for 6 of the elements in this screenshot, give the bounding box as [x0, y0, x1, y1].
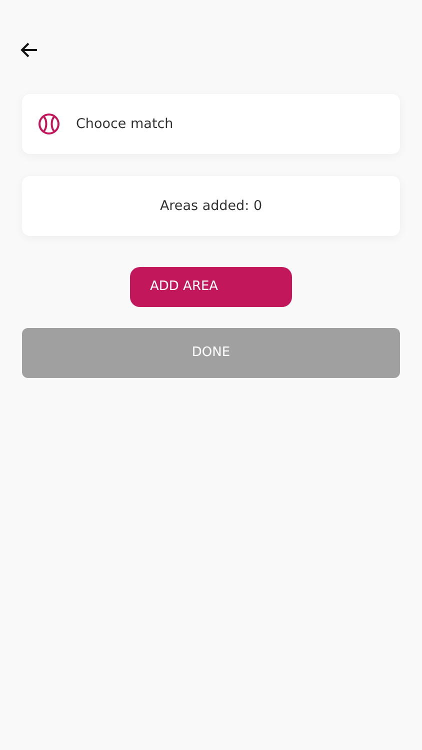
- areas-count-text: Areas added: 0: [160, 196, 262, 216]
- match-selector[interactable]: Chooce match: [22, 94, 400, 154]
- add-area-button[interactable]: ADD AREA: [130, 267, 292, 307]
- match-label: Chooce match: [76, 114, 174, 134]
- back-arrow-icon[interactable]: [20, 42, 38, 58]
- ball-icon: [38, 113, 60, 135]
